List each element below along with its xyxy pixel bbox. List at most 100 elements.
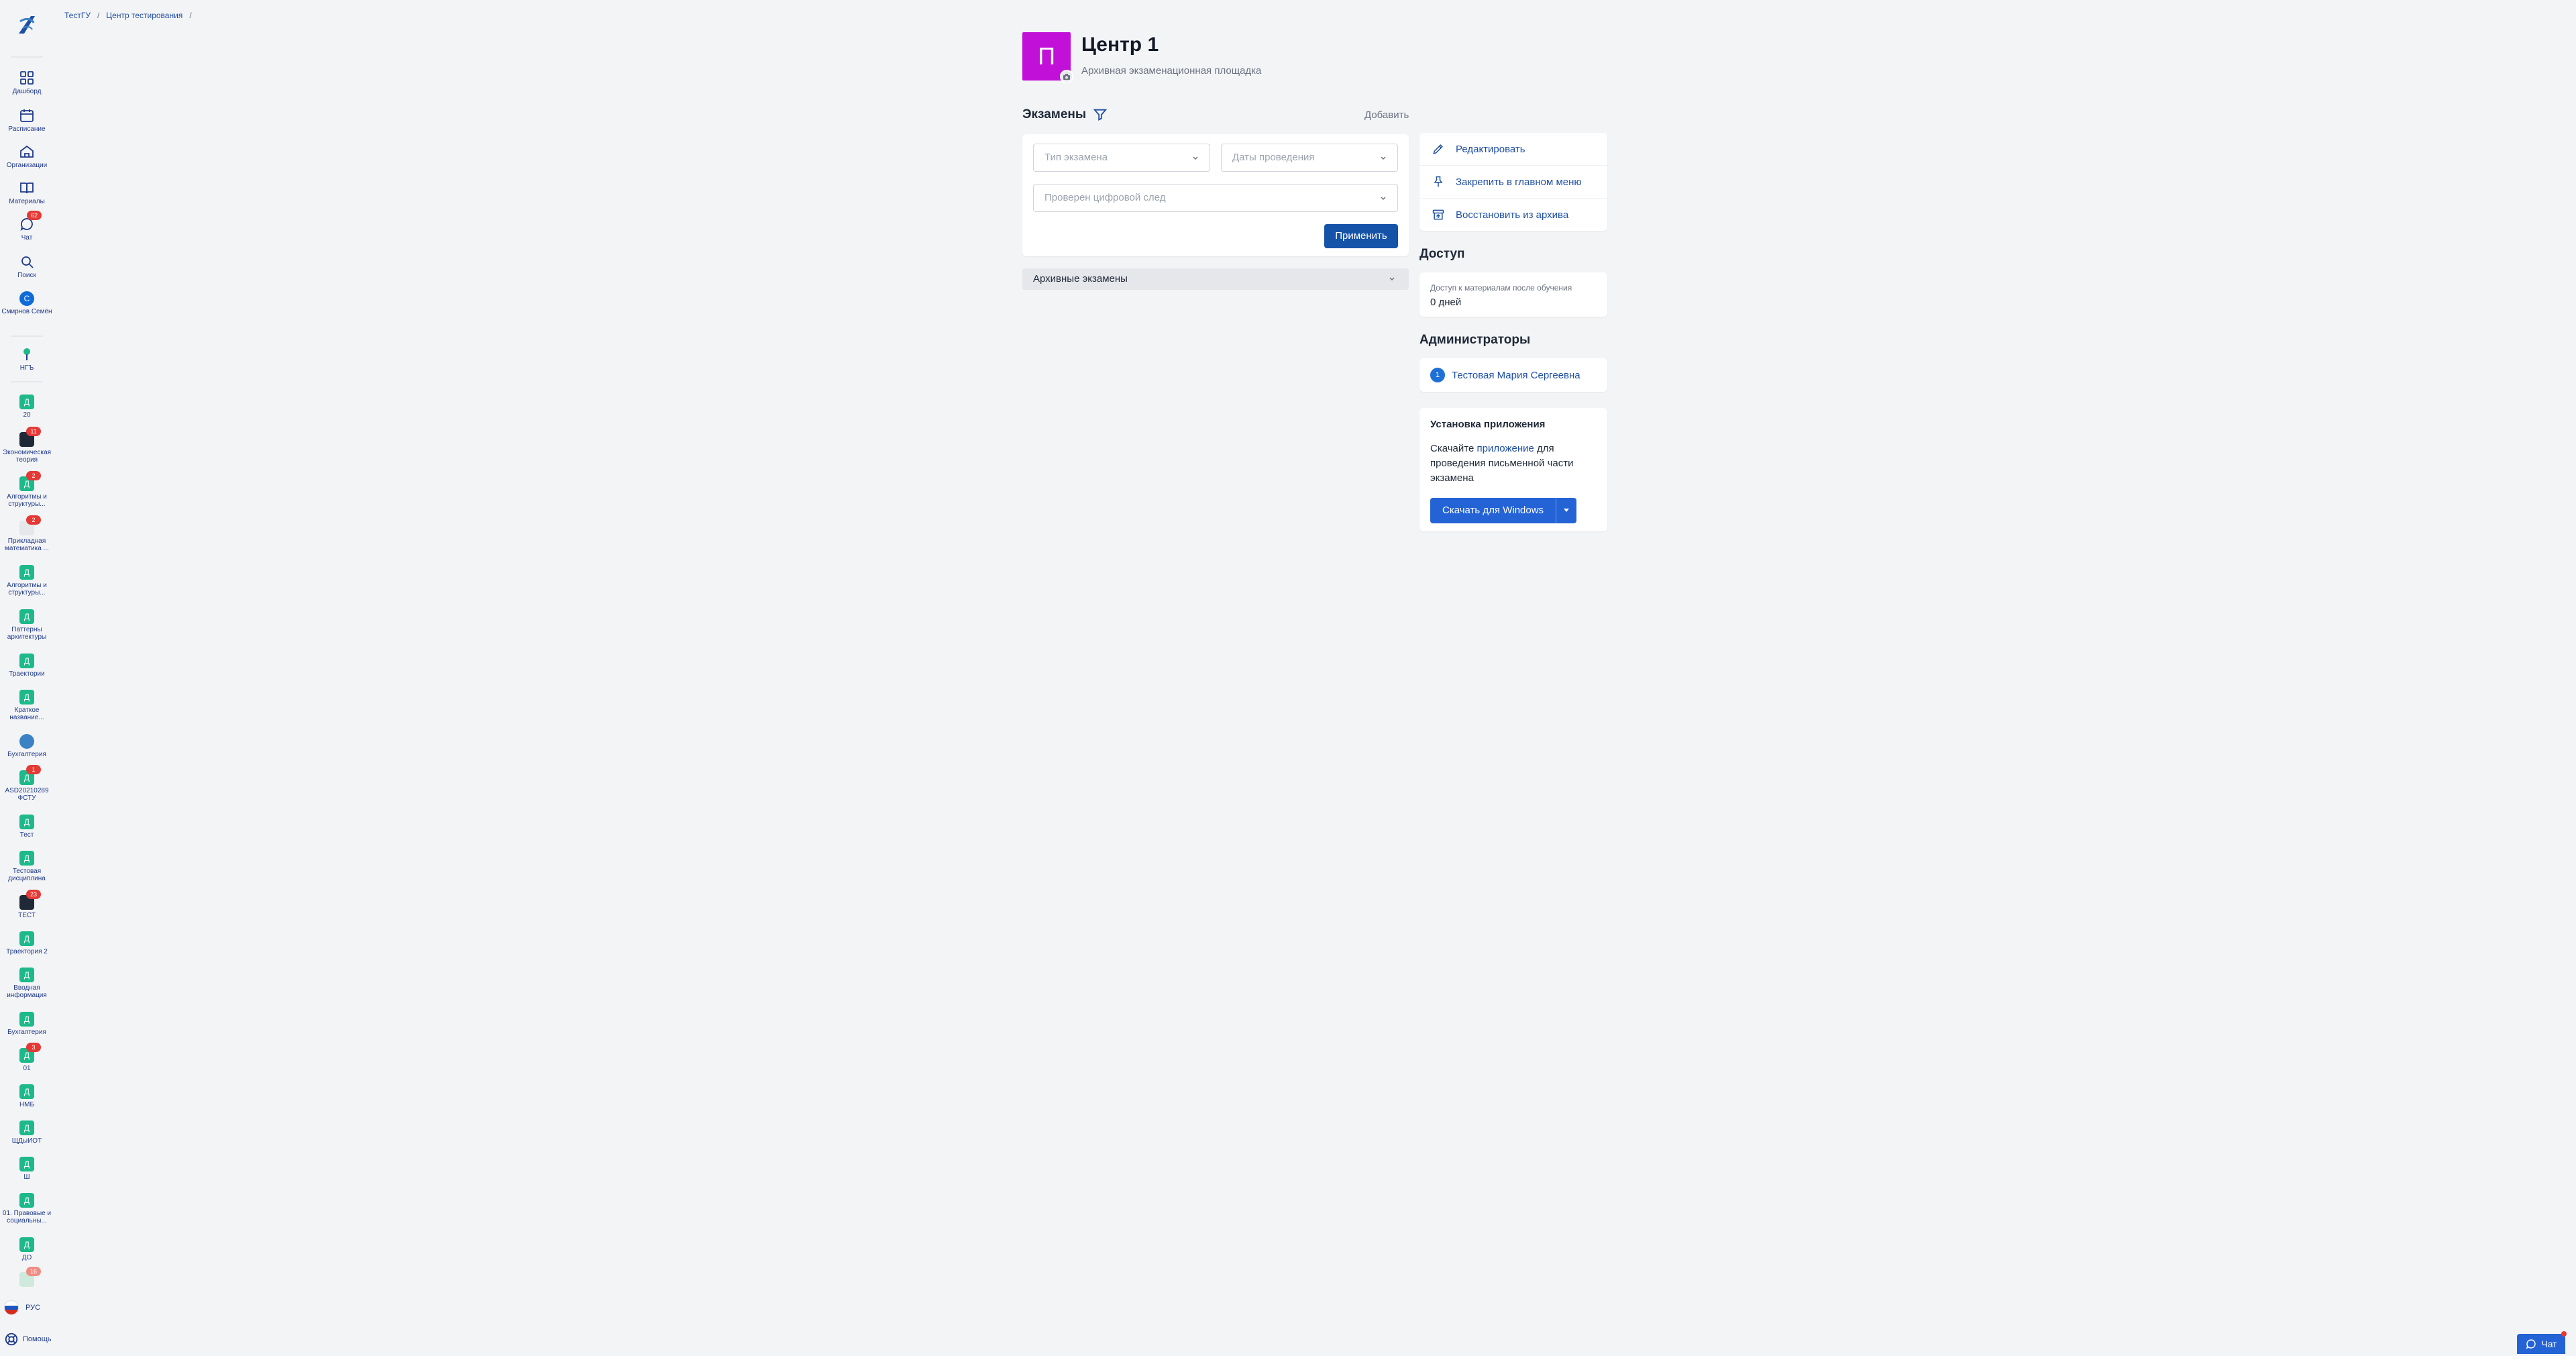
- sidebar-course-item[interactable]: Д Траектория 2: [0, 931, 54, 955]
- sidebar-course-item[interactable]: 2 Прикладная математика ...: [0, 515, 54, 552]
- sidebar-course-item[interactable]: Д Краткое название...: [0, 690, 54, 721]
- sidebar-item-label: НМБ: [19, 1101, 35, 1108]
- app-logo-icon[interactable]: [16, 13, 38, 36]
- sidebar-item-label: Организации: [6, 162, 48, 169]
- sidebar-course-item[interactable]: Д Траектории: [0, 654, 54, 678]
- sidebar-course-item[interactable]: Д ДО: [0, 1237, 54, 1261]
- chevron-down-icon: [1193, 156, 1198, 160]
- camera-icon[interactable]: [1060, 70, 1073, 83]
- chat-widget-button[interactable]: Чат: [2517, 1331, 2567, 1354]
- sidebar-item-label: Экономическая теория: [2, 449, 52, 464]
- course-avatar: Д1: [19, 765, 41, 785]
- add-exam-link[interactable]: Добавить: [1364, 109, 1409, 121]
- sidebar-course-item[interactable]: Д Вводная информация: [0, 968, 54, 999]
- course-avatar: Д2: [19, 471, 41, 491]
- sidebar-course-item[interactable]: Д Алгоритмы и структуры...: [0, 565, 54, 596]
- organization-avatar[interactable]: П: [1022, 32, 1073, 83]
- sidebar-course-item[interactable]: Д3 01: [0, 1043, 54, 1072]
- digital-trace-select[interactable]: Проверен цифровой след: [1033, 184, 1398, 212]
- course-image-icon: 11: [19, 427, 41, 447]
- edit-action[interactable]: Редактировать: [1419, 133, 1607, 165]
- sidebar-course-item[interactable]: Д1 АSD20210289 ФСТУ: [0, 765, 54, 802]
- filter-icon[interactable]: [1093, 107, 1108, 122]
- sidebar-divider: [11, 381, 43, 382]
- sidebar-course-item[interactable]: Д 20: [0, 395, 54, 419]
- sidebar-item-label: Материалы: [9, 198, 45, 205]
- sidebar-item-label: Тестовая дисциплина: [8, 868, 46, 882]
- select-placeholder: Даты проведения: [1232, 152, 1315, 163]
- admin-item[interactable]: 1 Тестовая Мария Сергеевна: [1430, 368, 1580, 382]
- sidebar-item-materials[interactable]: Материалы: [0, 180, 54, 205]
- sidebar-course-item[interactable]: 23 ТЕСТ: [0, 890, 54, 919]
- apply-filters-button[interactable]: Применить: [1324, 224, 1398, 248]
- accordion-label: Архивные экзамены: [1033, 273, 1128, 284]
- sidebar-item-label: НГЪ: [19, 364, 34, 372]
- sidebar-course-item[interactable]: Д2 Алгоритмы и структуры...: [0, 471, 54, 508]
- course-avatar-letter: Д: [23, 773, 30, 782]
- exam-filters-card: Тип экзамена Даты проведения Проверен ци…: [1022, 134, 1409, 256]
- notification-badge: 2: [26, 515, 41, 525]
- sidebar-course-item[interactable]: 11 Экономическая теория: [0, 427, 54, 464]
- breadcrumb-item[interactable]: Центр тестирования: [106, 11, 182, 20]
- course-avatar: Д: [19, 1120, 34, 1135]
- user-avatar-icon: С: [19, 291, 34, 306]
- download-windows-button[interactable]: Скачать для Windows: [1430, 498, 1576, 523]
- download-options-toggle[interactable]: [1556, 498, 1576, 523]
- sidebar-item-chat[interactable]: 62 Чат: [0, 211, 54, 242]
- pin-action[interactable]: Закрепить в главном меню: [1419, 166, 1607, 198]
- action-label: Закрепить в главном меню: [1456, 176, 1582, 188]
- notification-badge: 1: [26, 765, 41, 774]
- sidebar-course-item[interactable]: 16: [0, 1267, 54, 1287]
- install-app-card: Установка приложения Скачайте приложение…: [1419, 408, 1607, 531]
- sidebar-course-item[interactable]: Д ЩДыИОТ: [0, 1120, 54, 1145]
- sidebar-course-item[interactable]: Бухгалтерия: [0, 734, 54, 758]
- sidebar-course-item[interactable]: Д НМБ: [0, 1084, 54, 1108]
- restore-archive-action[interactable]: Восстановить из архива: [1419, 199, 1607, 231]
- sidebar-course-item[interactable]: Д Тестовая дисциплина: [0, 851, 54, 882]
- sidebar-item-label: 01: [23, 1065, 31, 1072]
- sidebar-item-label: Траектории: [9, 670, 45, 678]
- sidebar-item-profile[interactable]: С Смирнов Семён: [0, 291, 54, 315]
- course-image-icon: 2: [19, 515, 41, 535]
- sidebar-item-organizations[interactable]: Организации: [0, 144, 54, 169]
- actions-card: Редактировать Закрепить в главном меню В…: [1419, 133, 1607, 231]
- sidebar: Дашборд Расписание Организации Материалы…: [0, 0, 54, 1356]
- sidebar-item-label: Краткое название...: [9, 707, 44, 721]
- lifebuoy-icon: [5, 1333, 18, 1346]
- install-title: Установка приложения: [1430, 419, 1546, 430]
- sidebar-item-search[interactable]: Поиск: [0, 254, 54, 279]
- admins-card: 1 Тестовая Мария Сергеевна: [1419, 358, 1607, 392]
- tree-icon: [23, 348, 30, 360]
- app-download-link[interactable]: приложение: [1477, 443, 1534, 454]
- help-link[interactable]: Помощь: [4, 1332, 52, 1347]
- breadcrumb-item[interactable]: ТестГУ: [64, 11, 91, 20]
- course-avatar: Д: [19, 851, 34, 866]
- sidebar-item-label: Тест: [19, 831, 34, 839]
- sidebar-item-dashboard[interactable]: Дашборд: [0, 70, 54, 95]
- course-avatar: Д: [19, 931, 34, 946]
- sidebar-course-item[interactable]: Д Ш: [0, 1157, 54, 1181]
- archived-exams-accordion[interactable]: Архивные экзамены: [1022, 268, 1409, 290]
- archive-restore-icon: [1432, 209, 1444, 220]
- chat-widget-label: Чат: [2541, 1339, 2557, 1349]
- sidebar-course-item[interactable]: Д Паттерны архитектуры: [0, 609, 54, 641]
- exam-type-select[interactable]: Тип экзамена: [1033, 144, 1210, 172]
- sidebar-item-label: ЩДыИОТ: [11, 1137, 42, 1145]
- help-label: Помощь: [23, 1335, 52, 1343]
- chevron-down-icon: [1381, 197, 1386, 201]
- language-switcher[interactable]: РУС: [4, 1300, 40, 1315]
- breadcrumb-separator: /: [189, 11, 192, 20]
- notification-badge: 23: [26, 890, 41, 899]
- sidebar-course-item[interactable]: Д 01. Правовые и социальны...: [0, 1193, 54, 1224]
- sidebar-divider: [11, 335, 43, 337]
- sidebar-course-item[interactable]: Д Бухгалтерия: [0, 1012, 54, 1036]
- sidebar-item-label: Бухгалтерия: [7, 1029, 46, 1036]
- sidebar-item-label: Прикладная математика ...: [5, 537, 49, 552]
- sidebar-item-label: ДО: [21, 1254, 32, 1261]
- exam-dates-select[interactable]: Даты проведения: [1221, 144, 1398, 172]
- course-avatar: Д: [19, 1084, 34, 1099]
- sidebar-item-ngu[interactable]: НГЪ: [0, 346, 54, 372]
- sidebar-course-item[interactable]: Д Тест: [0, 815, 54, 839]
- course-image-icon: 23: [19, 890, 41, 910]
- sidebar-item-schedule[interactable]: Расписание: [0, 107, 54, 133]
